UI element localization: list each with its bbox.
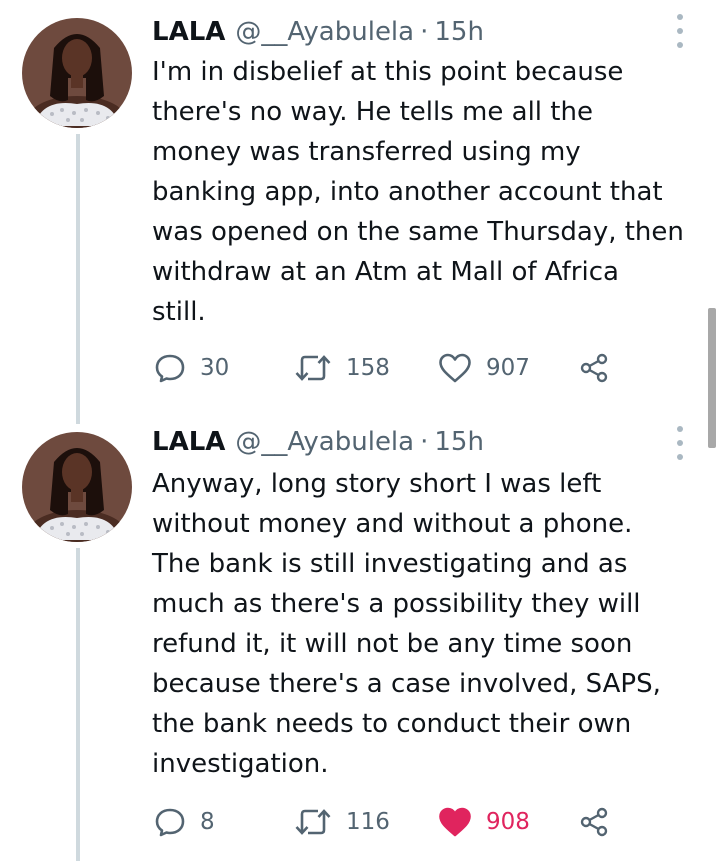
separator-dot: · [420,17,429,47]
retweet-arrows-icon [295,355,331,381]
share-nodes-icon [580,353,608,383]
heart-icon [439,353,471,383]
more-options-icon[interactable] [674,426,686,460]
heart-icon [439,807,471,837]
more-options-icon[interactable] [674,14,686,48]
tweet-text-line: without money and without a phone. [152,509,633,539]
share-button[interactable] [578,348,610,388]
user-handle[interactable]: @__Ayabulela [235,17,414,47]
speech-bubble-icon [155,808,185,837]
tweet-text: Anyway, long story short I was left with… [152,464,712,784]
tweet-text-line: Anyway, long story short I was left [152,469,602,499]
like-button[interactable]: 908 [438,802,530,842]
tweet[interactable]: LALA @__Ayabulela · 15h Anyway, long sto… [0,418,720,861]
tweet-header: LALA @__Ayabulela · 15h [152,14,484,50]
tweet-text-line: refund it, it will not be any time soon [152,629,633,659]
reply-button[interactable]: 8 [154,802,215,842]
share-nodes-icon [580,807,608,837]
retweet-count: 158 [346,355,390,381]
retweet-button[interactable]: 158 [294,348,390,388]
avatar[interactable] [22,18,132,128]
share-button[interactable] [578,802,610,842]
avatar[interactable] [22,432,132,542]
tweet-header: LALA @__Ayabulela · 15h [152,424,484,460]
tweet-text-line: was opened on the same Thursday, then [152,217,684,247]
speech-bubble-icon [155,354,185,383]
tweet-text-line: banking app, into another account that [152,177,663,207]
user-handle[interactable]: @__Ayabulela [235,427,414,457]
like-count: 907 [486,355,530,381]
scrollbar-thumb[interactable] [708,308,716,448]
tweet-text-line: much as there's a possibility they will [152,589,641,619]
tweet-text-line: The bank is still investigating and as [152,549,628,579]
like-button[interactable]: 907 [438,348,530,388]
display-name[interactable]: LALA [152,427,225,457]
timestamp[interactable]: 15h [434,427,484,457]
tweet-actions: 8 116 908 [152,802,622,842]
tweet-text-line: withdraw at an Atm at Mall of Africa [152,257,619,287]
retweet-count: 116 [346,809,390,835]
tweet-text-line: there's no way. He tells me all the [152,97,593,127]
tweet-actions: 30 158 907 [152,348,622,388]
display-name[interactable]: LALA [152,17,225,47]
tweet-text-line: still. [152,297,206,327]
like-count: 908 [486,809,530,835]
tweet-text-line: investigation. [152,749,329,779]
reply-button[interactable]: 30 [154,348,229,388]
reply-count: 30 [200,355,230,381]
timestamp[interactable]: 15h [434,17,484,47]
tweet-text-line: money was transferred using my [152,137,581,167]
separator-dot: · [420,427,429,457]
tweet-text-line: I'm in disbelief at this point because [152,57,624,87]
tweet-text-line: the bank needs to conduct their own [152,709,632,739]
tweet[interactable]: LALA @__Ayabulela · 15h I'm in disbelief… [0,0,720,410]
tweet-text-line: because there's a case involved, SAPS, [152,669,661,699]
retweet-arrows-icon [295,809,331,835]
retweet-button[interactable]: 116 [294,802,390,842]
tweet-text: I'm in disbelief at this point because t… [152,52,712,332]
reply-count: 8 [200,809,215,835]
